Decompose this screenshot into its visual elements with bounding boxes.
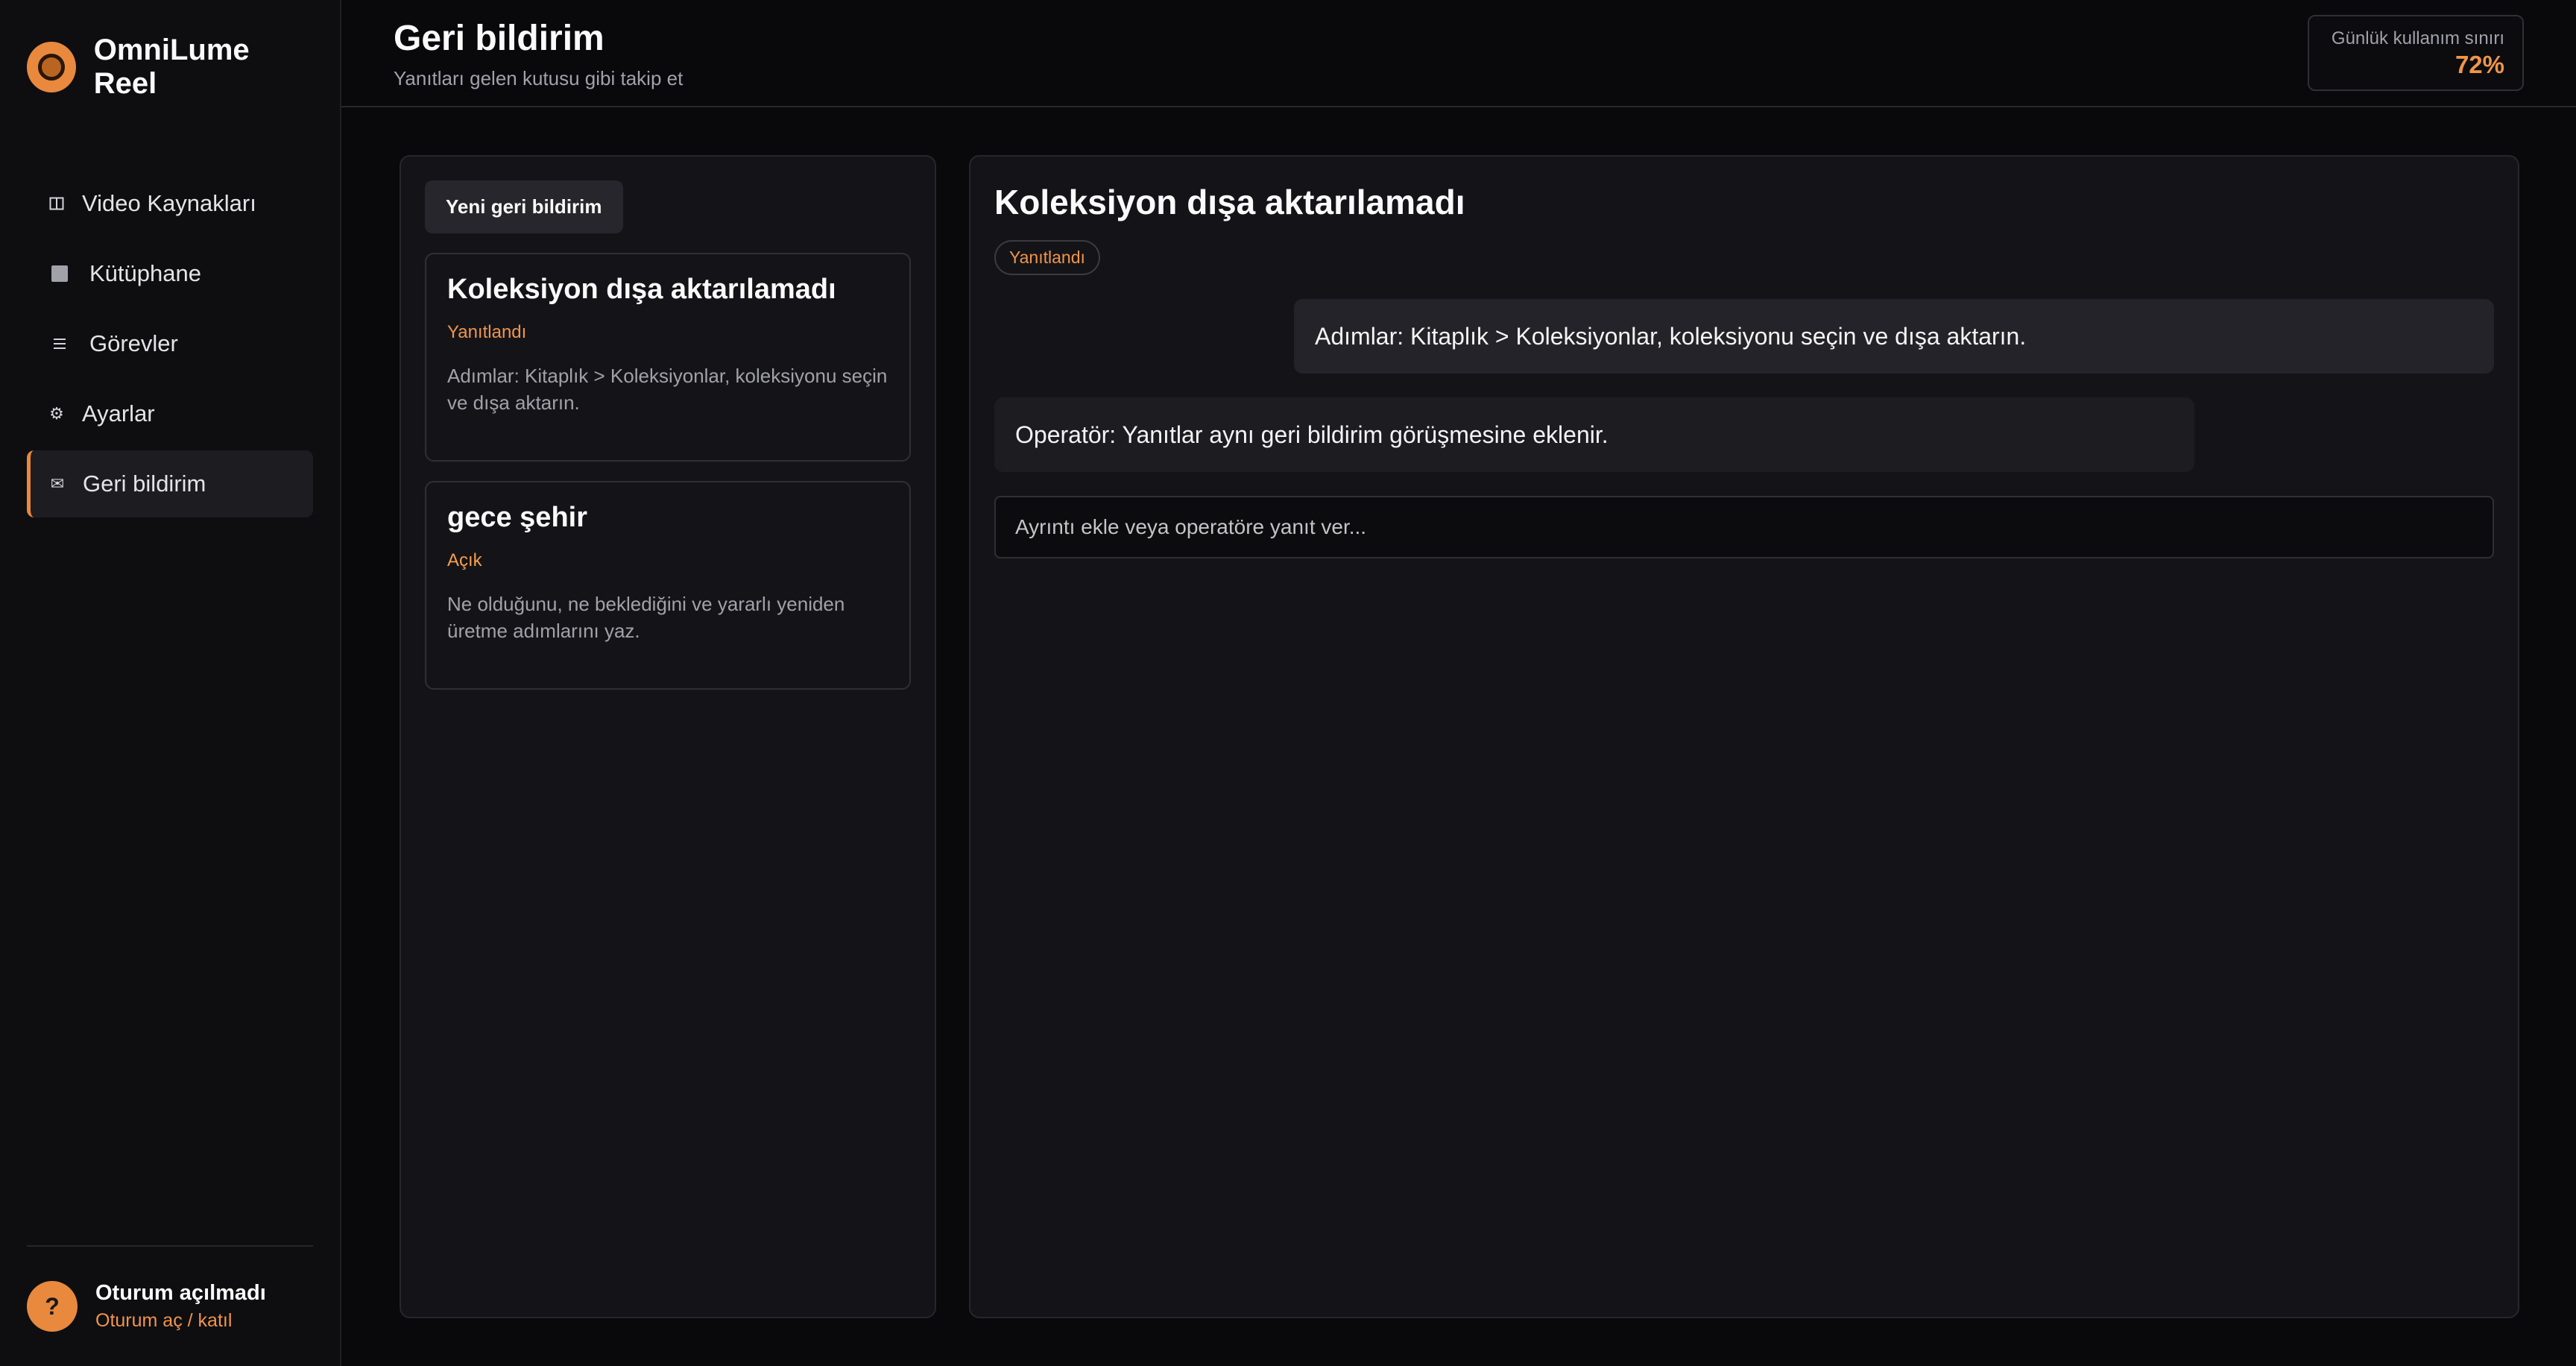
page-subtitle: Yanıtları gelen kutusu gibi takip et [394, 67, 684, 89]
account-status: Oturum açılmadı [95, 1281, 266, 1305]
brand[interactable]: OmniLume Reel [27, 0, 313, 134]
content: Yeni geri bildirim Koleksiyon dışa aktar… [400, 155, 2519, 1318]
feedback-list-panel: Yeni geri bildirim Koleksiyon dışa aktar… [400, 155, 936, 1318]
main: Geri bildirim Yanıtları gelen kutusu gib… [341, 0, 2576, 1366]
sidebar-nav: Video Kaynakları Kütüphane Görevler ⚙ Ay… [27, 170, 313, 517]
sidebar-item-settings[interactable]: ⚙ Ayarlar [27, 380, 313, 447]
page-title: Geri bildirim [394, 19, 604, 58]
feedback-card-description: Ne olduğunu, ne beklediğini ve yararlı y… [447, 593, 845, 642]
feedback-card-description: Adımlar: Kitaplık > Koleksiyonlar, kolek… [447, 365, 888, 414]
reply-input[interactable] [994, 496, 2494, 558]
feedback-card-title: gece şehir [447, 502, 587, 533]
feedback-card-title: Koleksiyon dışa aktarılamadı [447, 274, 836, 305]
account-area[interactable]: ? Oturum açılmadı Oturum aç / katıl [27, 1245, 313, 1366]
account-text: Oturum açılmadı Oturum aç / katıl [95, 1281, 266, 1332]
detail-title: Koleksiyon dışa aktarılamadı [994, 183, 1465, 221]
app-root: OmniLume Reel Video Kaynakları Kütüphane… [0, 0, 2576, 1366]
feedback-card[interactable]: gece şehir Açık Ne olduğunu, ne beklediğ… [425, 481, 911, 690]
new-feedback-button[interactable]: Yeni geri bildirim [425, 180, 623, 233]
sidebar: OmniLume Reel Video Kaynakları Kütüphane… [0, 0, 341, 1366]
feedback-detail-panel: Koleksiyon dışa aktarılamadı Yanıtlandı … [969, 155, 2519, 1318]
user-message: Adımlar: Kitaplık > Koleksiyonlar, kolek… [1294, 299, 2494, 374]
login-link[interactable]: Oturum aç / katıl [95, 1310, 266, 1332]
envelope-icon: ✉ [50, 474, 65, 493]
usage-indicator: Günlük kullanım sınırı 72% [2308, 15, 2524, 91]
sidebar-item-library[interactable]: Kütüphane [27, 240, 313, 307]
sidebar-item-label: Ayarlar [82, 400, 155, 427]
logo-icon [27, 42, 76, 92]
avatar: ? [27, 1281, 78, 1332]
usage-value: 72% [2455, 51, 2504, 78]
feedback-card[interactable]: Koleksiyon dışa aktarılamadı Yanıtlandı … [425, 253, 911, 462]
sidebar-item-video-sources[interactable]: Video Kaynakları [27, 170, 313, 237]
feedback-card-status: Yanıtlandı [447, 322, 527, 342]
columns-icon [46, 196, 67, 211]
square-icon [46, 265, 73, 282]
topbar: Geri bildirim Yanıtları gelen kutusu gib… [341, 0, 2576, 107]
sidebar-item-label: Görevler [89, 330, 178, 356]
brand-name: OmniLume Reel [93, 34, 250, 100]
sidebar-item-label: Video Kaynakları [82, 190, 256, 216]
sidebar-item-feedback[interactable]: ✉ Geri bildirim [27, 450, 313, 517]
sidebar-item-label: Kütüphane [89, 260, 201, 286]
status-badge: Yanıtlandı [994, 240, 1100, 275]
sidebar-item-label: Geri bildirim [83, 470, 206, 497]
feedback-card-status: Açık [447, 550, 482, 570]
gear-icon: ⚙ [49, 404, 64, 423]
usage-label: Günlük kullanım sınırı [2331, 28, 2504, 48]
list-icon [46, 337, 73, 350]
sidebar-item-tasks[interactable]: Görevler [27, 310, 313, 377]
operator-message: Operatör: Yanıtlar aynı geri bildirim gö… [994, 397, 2194, 472]
